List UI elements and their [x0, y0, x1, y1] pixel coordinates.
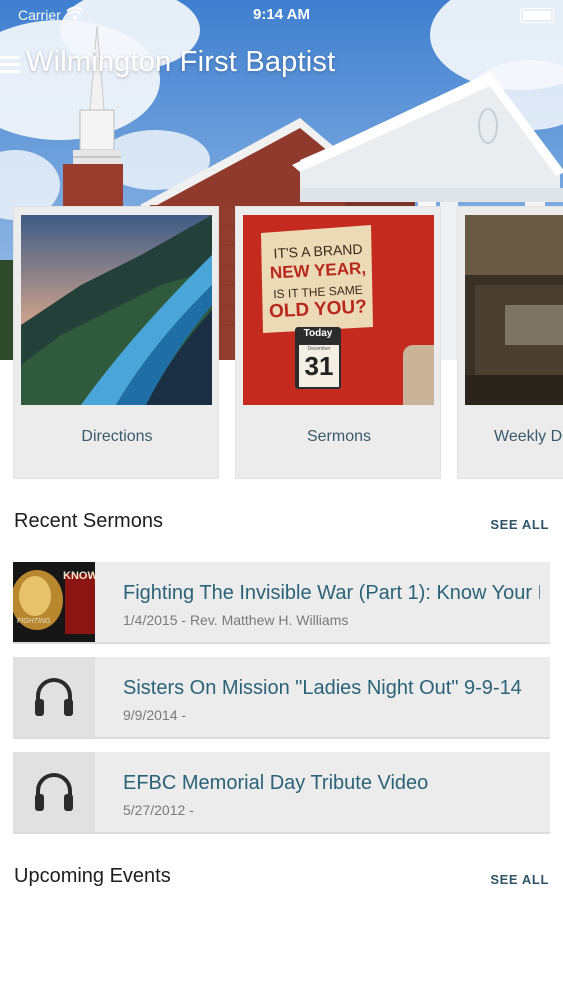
sermon-meta: 9/9/2014 - — [123, 707, 187, 723]
app-title: Wilmington First Baptist — [26, 46, 336, 78]
sermon-row[interactable]: Sisters On Mission "Ladies Night Out" 9-… — [13, 657, 550, 739]
headphones-icon — [35, 773, 73, 811]
recent-sermons-heading: Recent Sermons — [14, 510, 163, 532]
upcoming-events-see-all-link[interactable]: SEE ALL — [490, 872, 549, 887]
recent-sermons-see-all-link[interactable]: SEE ALL — [490, 517, 549, 532]
weekly-devotions-photo — [465, 215, 563, 405]
calendar-day-label: 31 — [304, 351, 334, 381]
sermon-thumbnail — [13, 657, 95, 737]
sermon-meta: 5/27/2012 - — [123, 802, 194, 818]
sermon-artwork-subtitle: FIGHTING — [17, 618, 51, 625]
calendar-today-label: Today — [303, 328, 333, 339]
sermon-artwork: KNOW FIGHTING — [13, 562, 95, 642]
headphones-icon — [35, 678, 73, 716]
sermon-title: EFBC Memorial Day Tribute Video — [123, 772, 429, 794]
sermons-poster: IT'S A BRAND NEW YEAR, IS IT THE SAME OL… — [243, 215, 434, 405]
quick-links-carousel[interactable]: Directions IT'S A BRAND NEW YEAR, IS IT … — [13, 206, 563, 480]
battery-icon — [520, 8, 554, 23]
sermon-thumbnail — [13, 752, 95, 832]
sermon-meta: 1/4/2015 - Rev. Matthew H. Williams — [123, 612, 349, 628]
card-sermons[interactable]: IT'S A BRAND NEW YEAR, IS IT THE SAME OL… — [235, 206, 441, 479]
card-label: Sermons — [306, 428, 372, 445]
hamburger-menu-icon[interactable] — [0, 56, 22, 76]
sermon-title: Fighting The Invisible War (Part 1): Kno… — [123, 582, 540, 604]
directions-photo — [21, 215, 212, 405]
status-bar: Carrier 9:14 AM — [0, 0, 563, 30]
clock: 9:14 AM — [253, 6, 310, 23]
card-directions[interactable]: Directions — [13, 206, 219, 479]
sermon-title: Sisters On Mission "Ladies Night Out" 9-… — [123, 677, 522, 699]
card-label: Directions — [81, 428, 153, 445]
upcoming-events-heading: Upcoming Events — [14, 865, 171, 887]
sermon-row[interactable]: KNOW FIGHTING Fighting The Invisible War… — [13, 562, 550, 644]
sermon-row[interactable]: EFBC Memorial Day Tribute Video 5/27/201… — [13, 752, 550, 834]
card-label: Weekly Devotions — [494, 428, 563, 445]
card-weekly-devotions[interactable]: Weekly Devotions — [457, 206, 563, 479]
sermon-artwork-title: KNOW — [63, 570, 95, 582]
